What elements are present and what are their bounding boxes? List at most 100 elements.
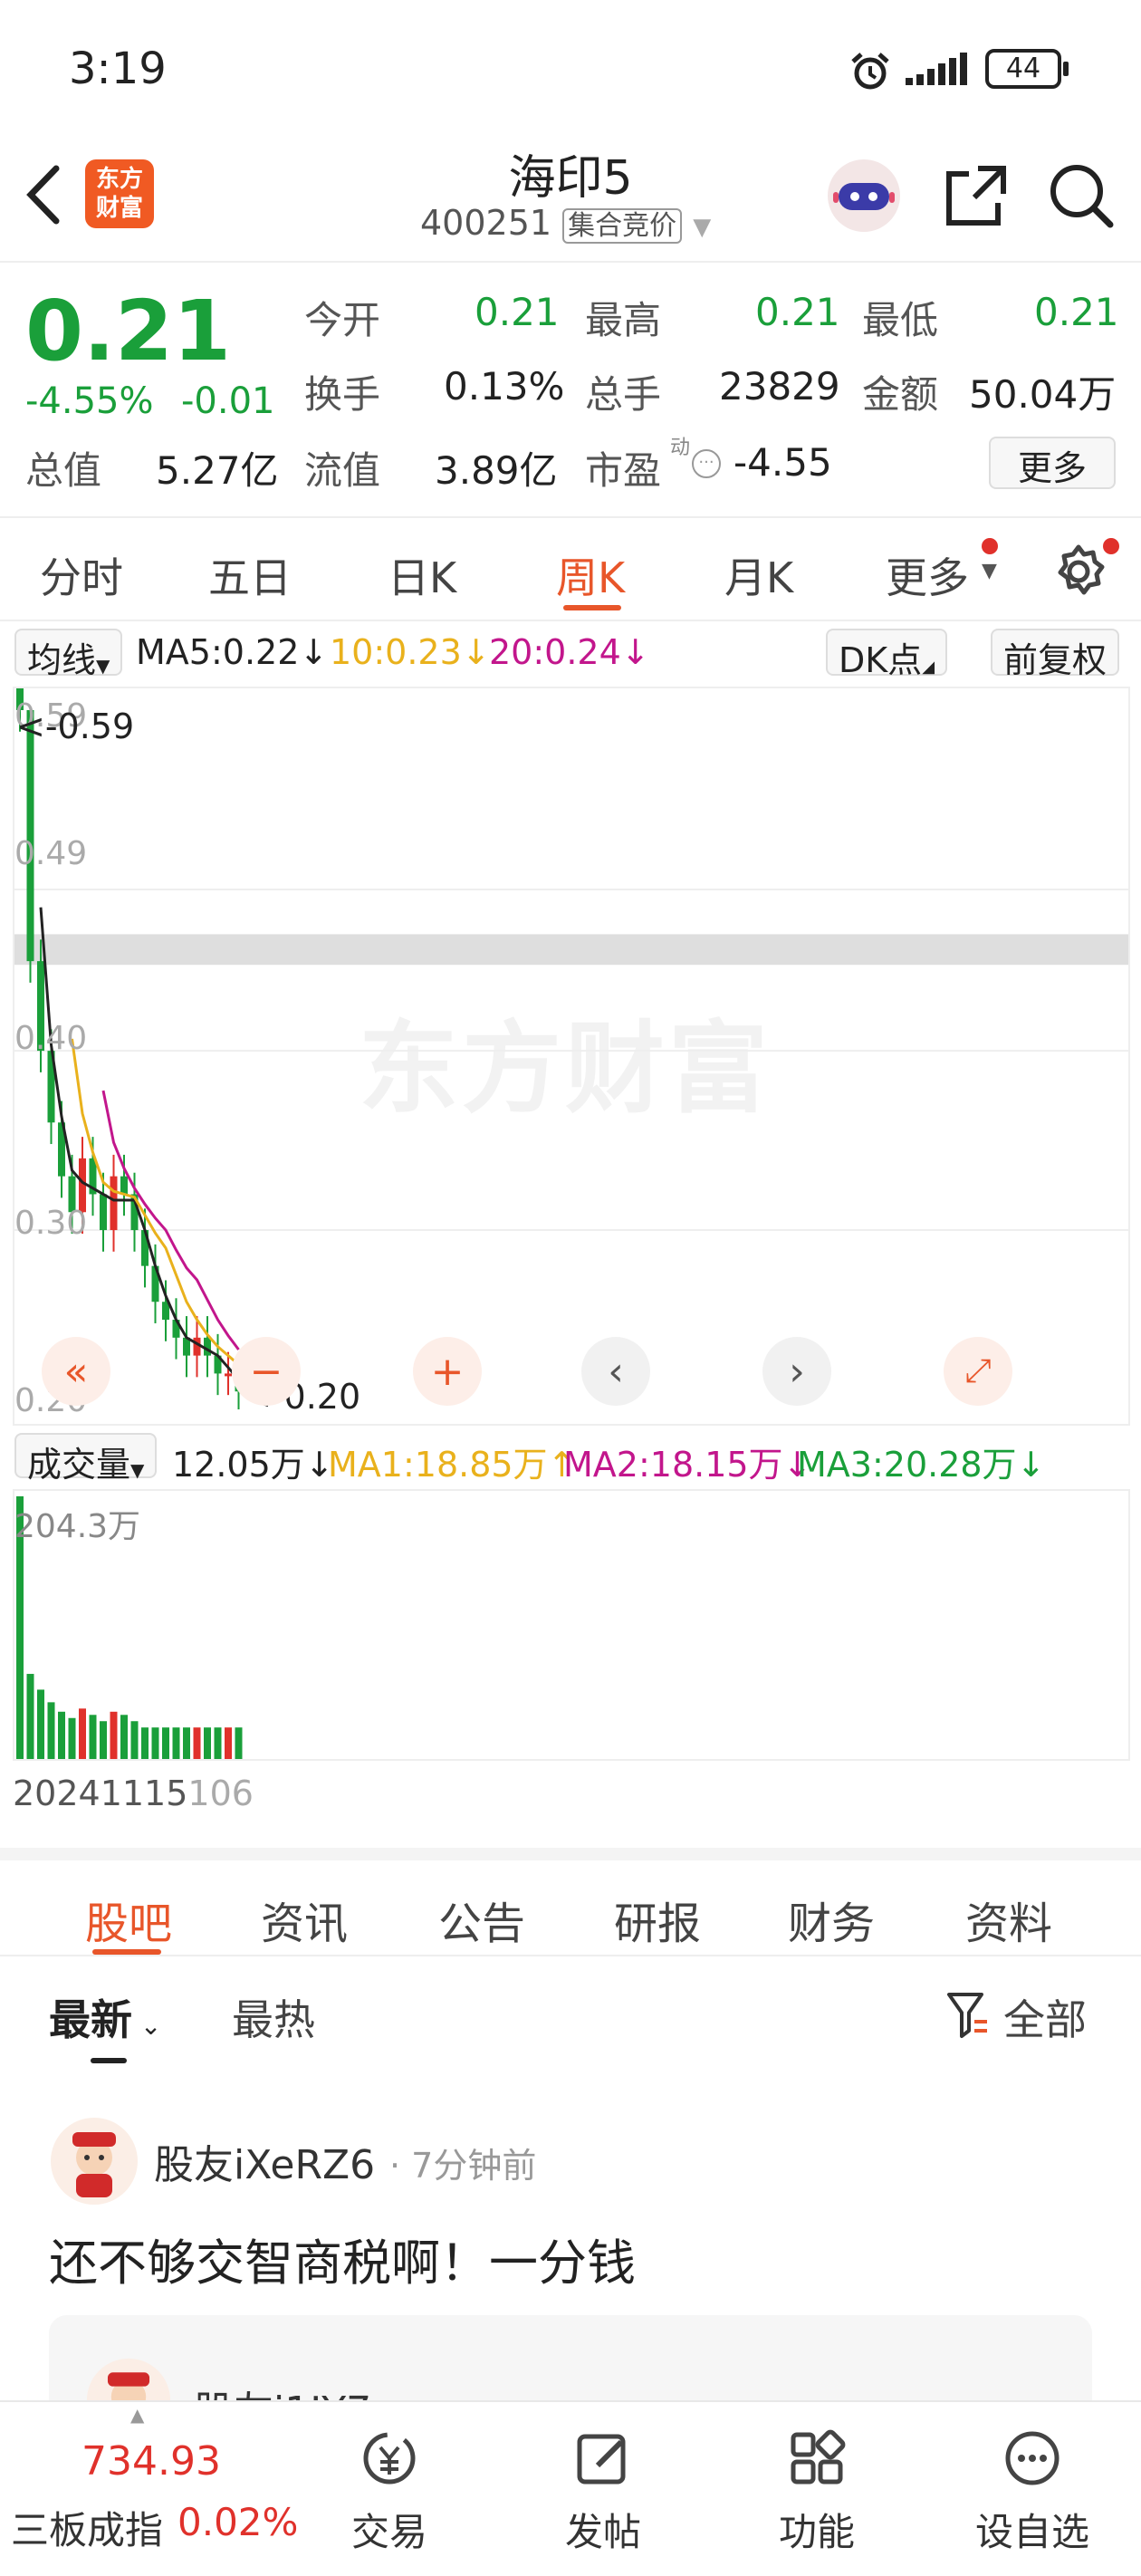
trade-icon [363, 2432, 416, 2485]
volume-bar [100, 1721, 107, 1759]
tab-finance[interactable]: 财务 [788, 1888, 875, 1951]
volume-bar [151, 1727, 159, 1759]
index-ticker[interactable]: ▲ 734.93 三板成指 0.02% [0, 2402, 298, 2576]
volume-bar [68, 1717, 76, 1759]
volume-bar [193, 1727, 201, 1759]
mktcap-label: 总值 [25, 448, 102, 493]
adjust-button[interactable]: 前复权 [991, 629, 1120, 680]
low-value: 0.21 [1034, 290, 1119, 334]
tab-profile[interactable]: 资料 [965, 1888, 1052, 1951]
more-button[interactable]: 更多 [989, 437, 1116, 489]
tab-announcements[interactable]: 公告 [438, 1888, 525, 1951]
chevron-down-icon: ⌄ [132, 2011, 162, 2041]
battery-level: 44 [1005, 53, 1041, 84]
tab-daily-k[interactable]: 日K [388, 545, 456, 605]
nav-add-watchlist[interactable]: 设自选 [942, 2402, 1123, 2576]
tab-weekly-k[interactable]: 周K [556, 545, 625, 605]
tab-monthly-k[interactable]: 月K [724, 545, 793, 605]
zoom-in-icon[interactable]: + [413, 1337, 482, 1406]
alarm-icon [849, 51, 891, 96]
nav-post[interactable]: 发帖 [513, 2402, 694, 2576]
price-chart[interactable]: 东方财富 0.59 0.49 0.40 0.30 0.20 <-0.59 <-0… [13, 687, 1130, 1426]
pe-value: -4.55 [734, 440, 832, 485]
fullscreen-icon[interactable]: ⤢ [944, 1337, 1012, 1406]
float-value: 3.89亿 [435, 448, 558, 493]
mktcap-value: 5.27亿 [156, 448, 279, 493]
amount-value: 50.04万 [969, 372, 1117, 417]
volume-bar [235, 1727, 243, 1759]
nav-functions[interactable]: 功能 [726, 2402, 907, 2576]
more-dots-icon[interactable]: ··· [692, 449, 721, 478]
stock-code-row[interactable]: 400251 集合竞价 ▼ [420, 203, 712, 244]
status-bar: 3:19 44 [0, 0, 1141, 136]
next-icon[interactable]: › [762, 1337, 831, 1406]
volume-bar [47, 1702, 55, 1759]
volume-bar [120, 1715, 128, 1759]
notification-dot [1103, 538, 1119, 554]
auction-tag: 集合竞价 [562, 208, 683, 244]
ma-selector-label: 均线 [27, 640, 97, 680]
robot-assistant-icon[interactable] [826, 158, 902, 237]
current-price: 0.21 [25, 283, 231, 380]
candle-body [120, 1176, 128, 1195]
vol-ma1: MA1:18.85万↑ [328, 1445, 577, 1485]
ma10-value: 10:0.23↓ [330, 632, 491, 672]
nav-trade-label: 交易 [350, 2510, 427, 2554]
volume-max-label: 204.3万 [14, 1508, 141, 1545]
avatar [49, 2116, 139, 2210]
nav-trade[interactable]: 交易 [299, 2402, 480, 2576]
tab-intraday[interactable]: 分时 [40, 545, 123, 605]
post-item[interactable]: 股友iXeRZ6 · 7分钟前 还不够交智商税啊！一分钱 股友i1JY7e [0, 2101, 1141, 2424]
max-price-label: <-0.59 [16, 706, 135, 746]
filter-all[interactable]: 全部 [1003, 1987, 1087, 2047]
share-icon[interactable] [942, 161, 1011, 234]
apps-icon [791, 2429, 846, 2485]
turnover-label: 换手 [304, 372, 381, 417]
notification-dot [982, 538, 998, 554]
search-icon[interactable] [1047, 161, 1116, 234]
turnover-value: 0.13% [444, 364, 565, 409]
zoom-out-icon[interactable]: − [232, 1337, 301, 1406]
active-tab-underline [92, 1949, 161, 1955]
back-icon[interactable] [22, 163, 67, 230]
volume-selector[interactable]: 成交量▼ [14, 1433, 158, 1485]
sort-latest[interactable]: 最新 ⌄ [49, 1987, 161, 2047]
tab-news[interactable]: 资讯 [261, 1888, 348, 1951]
caret-down-icon: ▼ [982, 560, 997, 582]
vol-ma2: MA2:18.15万↓ [563, 1445, 812, 1485]
dk-point-label: DK点 [839, 640, 923, 680]
stock-title: 海印5 [508, 151, 633, 206]
pe-label: 市盈 [585, 448, 662, 493]
dk-point-button[interactable]: DK点◢ [826, 629, 948, 680]
volume-bar: 成交量▼ 12.05万↓ MA1:18.85万↑ MA2:18.15万↓ MA3… [0, 1433, 1141, 1485]
tab-five-day[interactable]: 五日 [208, 545, 292, 605]
period-tabs: 分时 五日 日K 周K 月K 更多 ▼ [0, 520, 1141, 621]
sort-hot[interactable]: 最热 [232, 1987, 315, 2047]
rewind-icon[interactable]: « [42, 1337, 110, 1406]
change-value: -0.01 [181, 380, 275, 422]
ma-selector[interactable]: 均线▼ [14, 629, 123, 680]
post-content: 还不够交智商税啊！一分钱 [49, 2235, 636, 2292]
caret-down-icon: ▼ [693, 214, 712, 241]
end-date: 106 [187, 1773, 254, 1813]
quote-panel: 0.21 -4.55% -0.01 今开 0.21 最高 0.21 最低 0.2… [0, 264, 1141, 518]
post-username[interactable]: 股友iXeRZ6 [154, 2132, 375, 2190]
prev-icon[interactable]: ‹ [581, 1337, 650, 1406]
volume-bar [141, 1727, 149, 1759]
ma5-line [39, 907, 240, 1380]
tick-label: 0.40 [14, 1020, 88, 1057]
tab-guba[interactable]: 股吧 [85, 1888, 172, 1951]
tab-more[interactable]: 更多 [886, 545, 969, 605]
volume-chart[interactable]: 204.3万 [13, 1489, 1130, 1761]
volume-bar [58, 1711, 65, 1759]
tab-research[interactable]: 研报 [614, 1888, 701, 1951]
open-label: 今开 [304, 298, 381, 342]
gear-icon[interactable] [1050, 543, 1107, 603]
nav-bar: 东方 财富 海印5 400251 集合竞价 ▼ [0, 136, 1141, 263]
filter-icon[interactable] [945, 1989, 991, 2043]
signal-icon [906, 51, 971, 92]
volume-bar [225, 1727, 232, 1759]
volume-bar [26, 1674, 34, 1759]
caret-down-icon: ▼ [130, 1459, 145, 1481]
app-logo: 东方 财富 [85, 159, 154, 228]
